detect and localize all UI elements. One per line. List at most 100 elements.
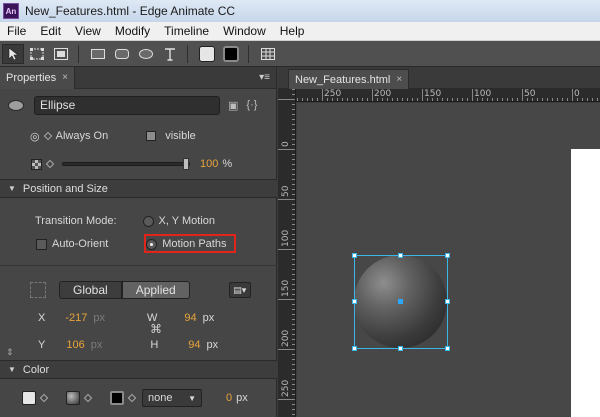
menu-modify[interactable]: Modify	[108, 24, 157, 38]
tab-properties[interactable]: Properties ×	[0, 66, 75, 89]
ruler-tick	[392, 98, 393, 101]
transform-tool-icon[interactable]	[26, 44, 48, 64]
w-value[interactable]: 94	[184, 312, 196, 324]
x-unit[interactable]: px	[93, 312, 105, 324]
opacity-value[interactable]: 100	[200, 158, 218, 170]
h-unit[interactable]: px	[207, 339, 219, 351]
keyframe-diamond-icon[interactable]	[45, 159, 55, 169]
registration-point-icon[interactable]	[30, 282, 46, 298]
gradient-swatch[interactable]	[66, 391, 80, 405]
resize-handle[interactable]	[398, 253, 403, 258]
scroll-toggle-icon[interactable]: ⇕	[6, 347, 14, 358]
rectangle-tool-icon[interactable]	[87, 44, 109, 64]
stage-canvas[interactable]	[571, 149, 600, 417]
menu-edit[interactable]: Edit	[33, 24, 68, 38]
keyframe-diamond-icon[interactable]	[39, 393, 49, 403]
global-button[interactable]: Global	[59, 281, 122, 299]
resize-handle[interactable]	[352, 253, 357, 258]
resize-handle[interactable]	[445, 253, 450, 258]
ruler-tick	[292, 169, 295, 170]
applied-button[interactable]: Applied	[121, 281, 190, 299]
rounded-rectangle-tool-icon[interactable]	[111, 44, 133, 64]
menu-timeline[interactable]: Timeline	[157, 24, 216, 38]
stroke-color-swatch[interactable]	[220, 44, 242, 64]
ruler-tick	[467, 98, 468, 101]
xy-motion-label[interactable]: X, Y Motion	[159, 215, 215, 227]
transform-origin-point[interactable]	[398, 299, 403, 304]
background-color-swatch[interactable]	[22, 391, 36, 405]
horizontal-ruler[interactable]: 25020015010050050	[296, 89, 600, 102]
close-icon[interactable]: ×	[62, 72, 68, 83]
ruler-tick	[457, 98, 458, 101]
close-icon[interactable]: ×	[396, 74, 402, 85]
ruler-tick	[572, 89, 573, 101]
ruler-tick	[297, 98, 298, 101]
y-value[interactable]: 106	[66, 339, 84, 351]
opacity-slider-thumb[interactable]	[183, 158, 189, 170]
overflow-value[interactable]: visible	[165, 130, 196, 142]
toolbar-divider	[248, 44, 249, 63]
ruler-tick	[292, 389, 295, 390]
element-name-field[interactable]	[34, 95, 220, 115]
keyframe-diamond-icon[interactable]	[43, 131, 52, 141]
resize-handle[interactable]	[398, 346, 403, 351]
transition-mode-label: Transition Mode:	[35, 215, 117, 227]
display-value[interactable]: Always On	[56, 130, 109, 142]
class-icon[interactable]: ▣	[228, 99, 238, 112]
ruler-tick	[292, 194, 295, 195]
border-color-swatch[interactable]	[110, 391, 124, 405]
x-value[interactable]: -217	[65, 312, 87, 324]
w-unit[interactable]: px	[203, 312, 215, 324]
ruler-tick	[292, 319, 295, 320]
menu-window[interactable]: Window	[216, 24, 273, 38]
grid-view-icon[interactable]	[257, 44, 279, 64]
ruler-tick	[292, 309, 295, 310]
border-width-value[interactable]: 0	[226, 392, 232, 404]
auto-orient-label[interactable]: Auto-Orient	[52, 238, 108, 250]
ruler-tick	[417, 98, 418, 101]
opacity-slider[interactable]	[62, 158, 190, 170]
ruler-tick	[332, 98, 333, 101]
y-label: Y	[38, 339, 46, 351]
ruler-tick	[292, 354, 295, 355]
resize-handle[interactable]	[352, 299, 357, 304]
link-proportions-icon[interactable]: ⌘	[150, 322, 162, 336]
resize-handle[interactable]	[352, 346, 357, 351]
color-section-header[interactable]: ▼ Color	[0, 360, 277, 379]
menu-file[interactable]: File	[0, 24, 33, 38]
h-value[interactable]: 94	[188, 339, 200, 351]
menu-help[interactable]: Help	[273, 24, 312, 38]
position-size-section-header[interactable]: ▼ Position and Size	[0, 179, 277, 198]
tab-new-features[interactable]: New_Features.html ×	[288, 69, 410, 89]
pasteboard[interactable]	[297, 103, 600, 417]
ruler-tick	[278, 399, 295, 400]
clipping-tool-icon[interactable]	[50, 44, 72, 64]
color-row: none ▼ 0 px	[0, 389, 277, 407]
ruler-tick	[452, 98, 453, 101]
menu-view[interactable]: View	[68, 24, 108, 38]
vertical-ruler[interactable]: 0 50 100 150 200 250	[278, 89, 296, 417]
resize-handle[interactable]	[445, 299, 450, 304]
code-brackets-icon[interactable]: {·}	[246, 99, 257, 111]
selection-tool-icon[interactable]	[2, 43, 24, 64]
y-unit[interactable]: px	[91, 339, 103, 351]
ruler-tick	[317, 98, 318, 101]
fill-color-swatch[interactable]	[196, 44, 218, 64]
panel-menu-icon[interactable]: ▾≡	[259, 72, 270, 83]
border-width-unit[interactable]: px	[236, 392, 248, 404]
ellipse-icon	[8, 99, 24, 111]
keyframe-diamond-icon[interactable]	[83, 393, 93, 403]
xy-motion-radio[interactable]	[142, 215, 154, 227]
ruler-tick	[292, 289, 295, 290]
units-menu-icon[interactable]: ▤▾	[228, 282, 251, 298]
auto-orient-checkbox[interactable]	[36, 238, 47, 250]
text-tool-icon[interactable]	[159, 44, 181, 64]
keyframe-diamond-icon[interactable]	[127, 393, 137, 403]
resize-handle[interactable]	[445, 346, 450, 351]
ellipse-tool-icon[interactable]	[135, 44, 157, 64]
ruler-tick	[292, 139, 295, 140]
ruler-tick	[327, 98, 328, 101]
ruler-tick	[292, 269, 295, 270]
border-style-select[interactable]: none ▼	[142, 389, 202, 407]
ruler-tick	[292, 134, 295, 135]
